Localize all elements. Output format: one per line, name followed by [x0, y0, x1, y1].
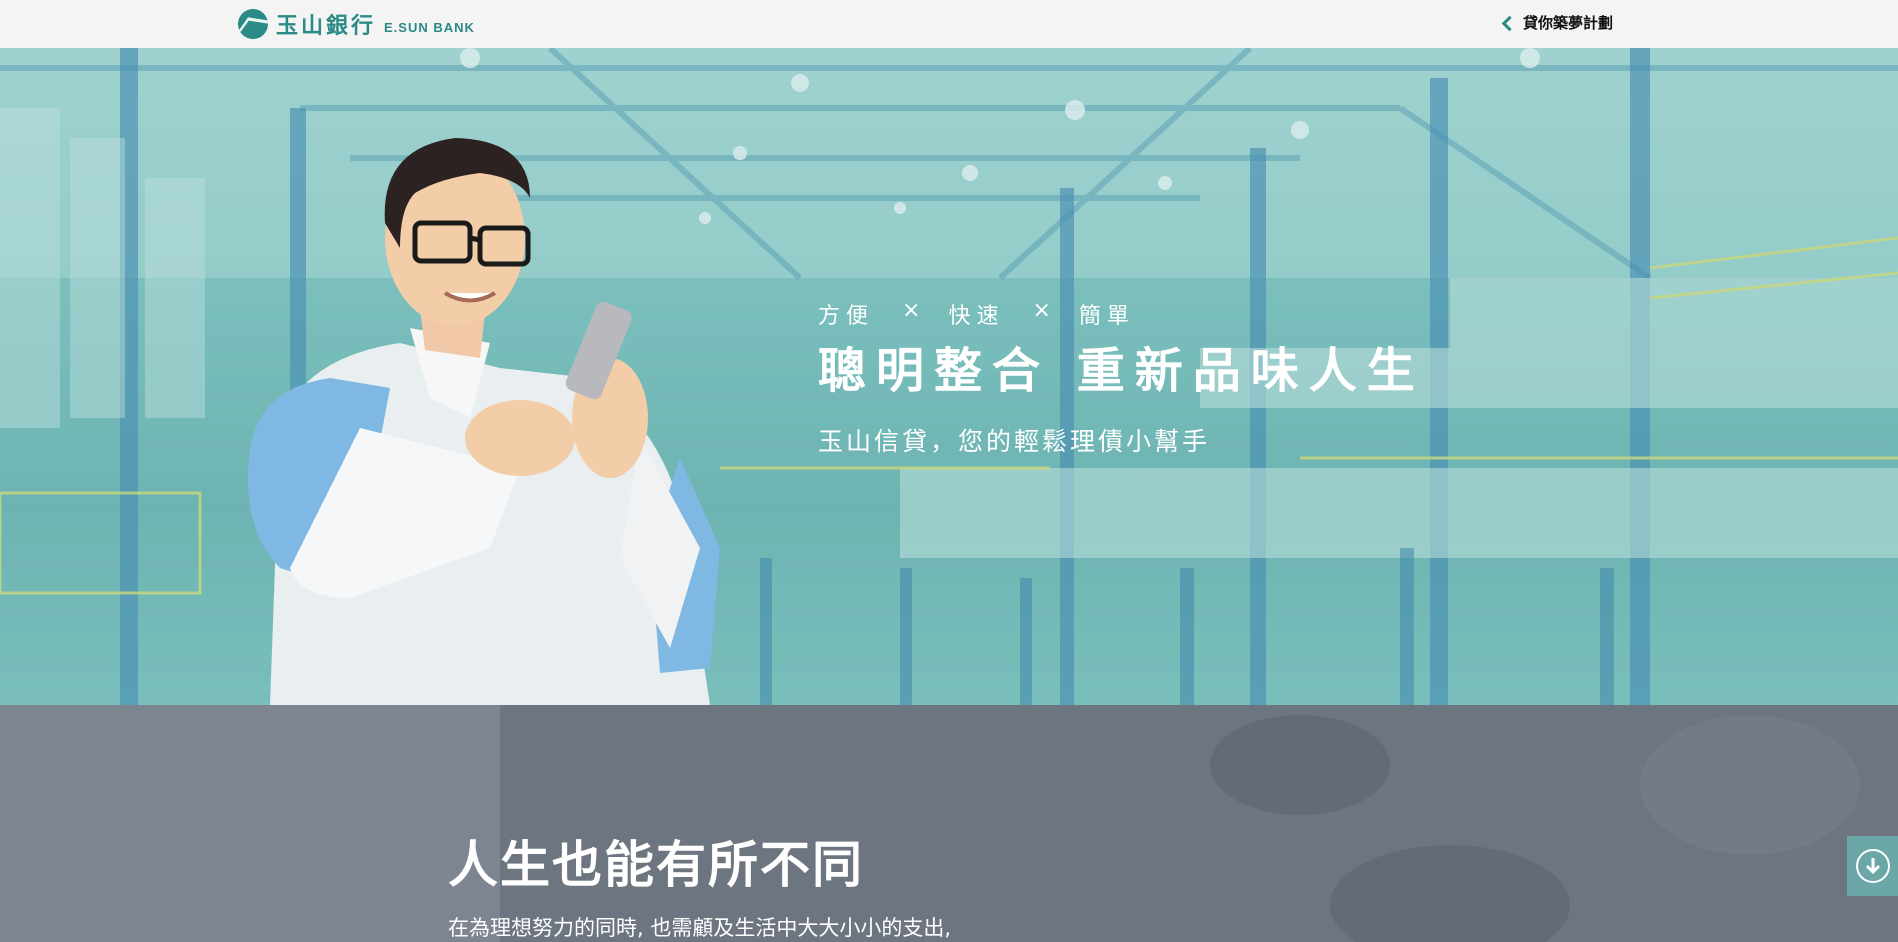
intro-section: 人生也能有所不同 在為理想努力的同時, 也需顧及生活中大大小小的支出, [0, 705, 1898, 942]
scroll-down-button[interactable] [1847, 836, 1898, 896]
chevron-left-icon [1501, 15, 1518, 31]
tag-separator: × [1032, 298, 1051, 323]
man-with-smartphone-image [248, 138, 720, 705]
tag-fast: 快速 [948, 304, 1005, 329]
section-description: 在為理想努力的同時, 也需顧及生活中大大小小的支出, [448, 916, 952, 940]
hero-text-block: 方便 × 快速 × 簡單 聰明整合 重新品味人生 玉山信貸，您的輕鬆理債小幫手 [818, 298, 1425, 458]
top-navigation-bar: 玉山銀行 E.SUN BANK 貸你築夢計劃 [0, 0, 1898, 49]
hero-subheadline: 玉山信貸，您的輕鬆理債小幫手 [818, 427, 1211, 456]
tag-convenient: 方便 [818, 304, 875, 329]
logo-english-name: E.SUN BANK [384, 19, 475, 35]
esun-logo-icon [238, 9, 268, 39]
back-link-label: 貸你築夢計劃 [1523, 14, 1614, 32]
tag-simple: 簡單 [1078, 304, 1135, 329]
tag-separator: × [902, 298, 921, 323]
back-to-plan-link[interactable]: 貸你築夢計劃 [1501, 12, 1614, 33]
section-background-image [0, 705, 1898, 942]
arrow-down-circle-icon [1855, 849, 1890, 883]
section-title: 人生也能有所不同 [448, 836, 864, 894]
hero-headline: 聰明整合 重新品味人生 [818, 343, 1425, 399]
esun-bank-logo[interactable]: 玉山銀行 E.SUN BANK [238, 9, 475, 39]
hero-banner: 方便 × 快速 × 簡單 聰明整合 重新品味人生 玉山信貸，您的輕鬆理債小幫手 [0, 48, 1898, 705]
logo-chinese-name: 玉山銀行 [276, 14, 377, 39]
feature-tags: 方便 × 快速 × 簡單 [818, 298, 1425, 330]
